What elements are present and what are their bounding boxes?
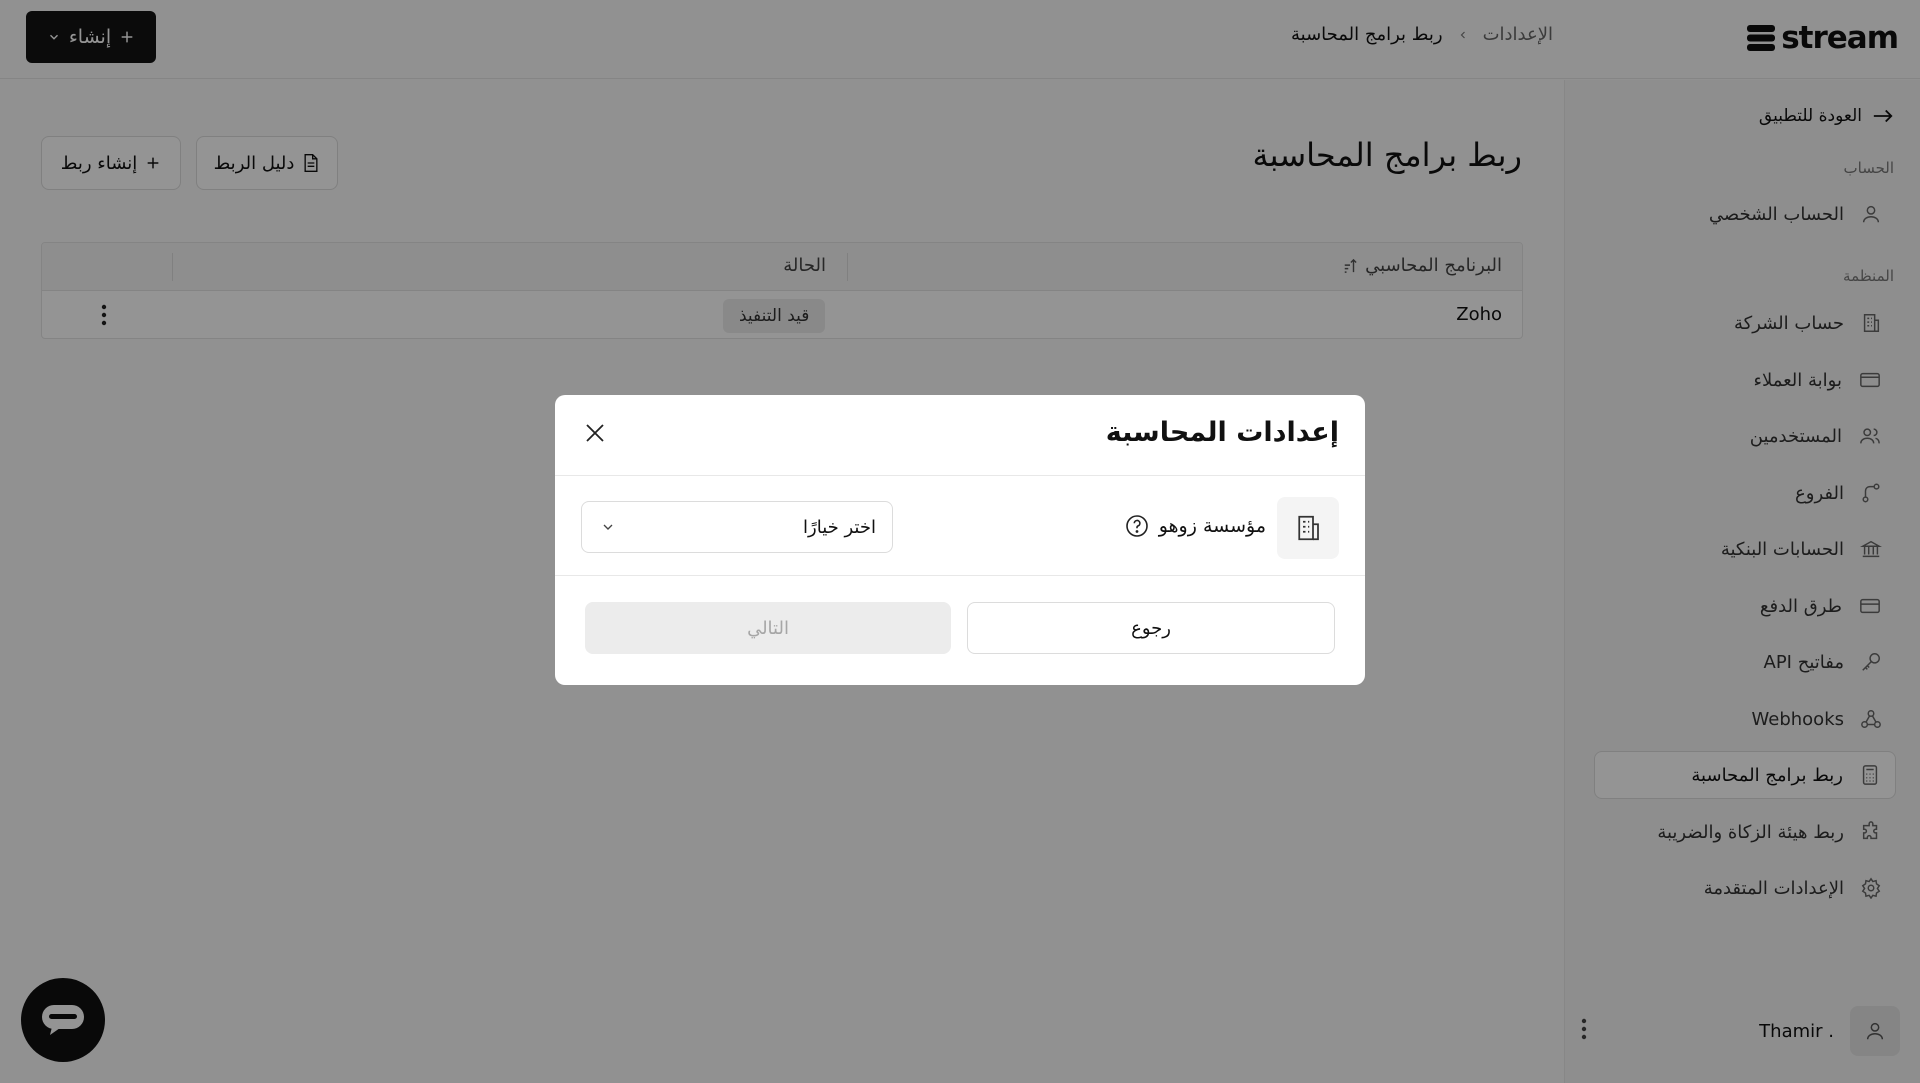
close-button[interactable] (583, 421, 607, 445)
dialog-header: إعدادات المحاسبة (555, 395, 1365, 476)
help-icon[interactable] (1125, 514, 1149, 538)
organization-name-label: مؤسسة زوهو (1158, 515, 1266, 537)
chevron-down-icon (603, 524, 613, 530)
accounting-settings-dialog: إعدادات المحاسبة مؤسسة زوهو اختر خيارًا … (555, 395, 1365, 685)
organization-icon-box (1277, 497, 1339, 559)
dialog-footer: رجوع التالي (555, 577, 1365, 685)
dialog-title: إعدادات المحاسبة (1105, 417, 1339, 448)
dialog-body: مؤسسة زوهو اختر خيارًا (555, 476, 1365, 576)
option-select[interactable]: اختر خيارًا (581, 501, 893, 553)
back-button[interactable]: رجوع (967, 602, 1335, 654)
organization-name: مؤسسة زوهو (1125, 514, 1266, 538)
building-icon (1298, 515, 1319, 541)
close-icon (586, 424, 604, 442)
option-select-value: اختر خيارًا (803, 516, 876, 538)
next-button[interactable]: التالي (585, 602, 951, 654)
